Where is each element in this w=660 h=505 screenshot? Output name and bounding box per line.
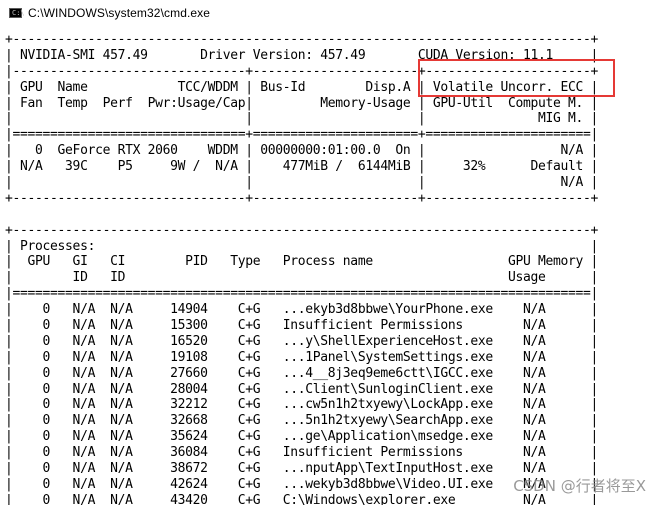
console-line: | 0 N/A N/A 16520 C+G ...y\ShellExperien… (5, 333, 599, 349)
console-line: | 0 N/A N/A 27660 C+G ...4__8j3eq9eme6ct… (5, 365, 599, 381)
console-line: | | | MIG M. | (5, 111, 599, 127)
console-line: | 0 N/A N/A 38672 C+G ...nputApp\TextInp… (5, 461, 599, 477)
console-line: |=======================================… (5, 286, 599, 302)
console-line: | 0 N/A N/A 14904 C+G ...ekyb3d8bbwe\You… (5, 302, 599, 318)
console-line: | 0 N/A N/A 32668 C+G ...5n1h2txyewy\Sea… (5, 413, 599, 429)
console-line: +---------------------------------------… (5, 32, 599, 47)
console-line: | 0 N/A N/A 35624 C+G ...ge\Application\… (5, 429, 599, 445)
console-line: | 0 N/A N/A 15300 C+G Insufficient Permi… (5, 318, 599, 334)
console-line: | Processes: | (5, 238, 599, 254)
console-output[interactable]: +---------------------------------------… (0, 28, 660, 505)
console-line: | 0 N/A N/A 28004 C+G ...Client\Sunlogin… (5, 381, 599, 397)
console-line: | 0 N/A N/A 42624 C+G ...wekyb3d8bbwe\Vi… (5, 476, 599, 492)
cmd-console-icon: C:\ (9, 8, 25, 18)
cmd-window: C:\ C:\WINDOWS\system32\cmd.exe +-------… (0, 0, 660, 505)
console-line: | GPU Name TCC/WDDM | Bus-Id Disp.A | Vo… (5, 79, 599, 95)
console-line: | ID ID Usage | (5, 270, 599, 286)
console-line: |===============================+=======… (5, 127, 599, 143)
csdn-watermark: CSDN @行者将至X (513, 477, 646, 495)
console-line: |-------------------------------+-------… (5, 63, 599, 79)
console-line: | GPU GI CI PID Type Process name GPU Me… (5, 254, 599, 270)
console-line: | 0 N/A N/A 43420 C+G C:\Windows\explore… (5, 492, 599, 505)
console-line: | N/A 39C P5 9W / N/A | 477MiB / 6144MiB… (5, 159, 599, 175)
nvidia-smi-output: +---------------------------------------… (5, 32, 598, 505)
window-title: C:\WINDOWS\system32\cmd.exe (28, 6, 211, 20)
console-line: | | | N/A | (5, 175, 599, 191)
console-line: +-------------------------------+-------… (5, 190, 599, 206)
console-line: | 0 N/A N/A 36084 C+G Insufficient Permi… (5, 445, 599, 461)
console-line: | 0 N/A N/A 19108 C+G ...1Panel\SystemSe… (5, 349, 599, 365)
console-line: | 0 N/A N/A 32212 C+G ...cw5n1h2txyewy\L… (5, 397, 599, 413)
title-bar[interactable]: C:\ C:\WINDOWS\system32\cmd.exe (0, 0, 660, 28)
console-line: +---------------------------------------… (5, 222, 599, 238)
console-line: | 0 GeForce RTX 2060 WDDM | 00000000:01:… (5, 143, 599, 159)
console-line: | Fan Temp Perf Pwr:Usage/Cap| Memory-Us… (5, 95, 599, 111)
console-line: | NVIDIA-SMI 457.49 Driver Version: 457.… (5, 47, 599, 63)
